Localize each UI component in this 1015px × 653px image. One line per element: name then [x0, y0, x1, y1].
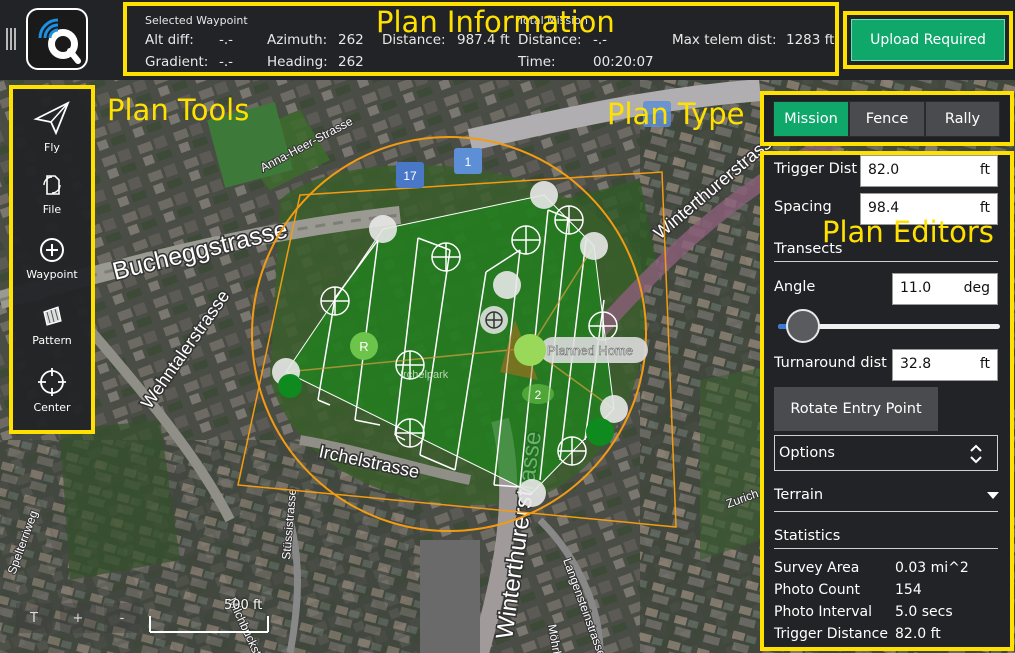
angle-unit: deg	[963, 280, 990, 296]
survey-vertex	[369, 215, 397, 243]
menu-handle[interactable]	[6, 28, 18, 50]
statistics-divider	[774, 548, 998, 549]
waypoint-17-label: 17	[403, 169, 417, 183]
angle-field[interactable]: 11.0 deg	[892, 273, 998, 305]
paper-plane-icon	[33, 101, 70, 136]
expand-collapse-icon	[970, 444, 982, 464]
annotation-plan-type: Plan Type	[607, 97, 745, 131]
angle-slider-handle[interactable]	[785, 309, 820, 343]
waypoint-2-label: 2	[535, 388, 542, 402]
rally-point-label: R	[359, 339, 368, 354]
gradient-label: Gradient:	[145, 54, 209, 70]
entry-marker	[278, 374, 302, 398]
azimuth-value: 262	[338, 32, 364, 48]
park-label: Irchelpark	[400, 369, 449, 381]
stat-survey-area-value: 0.03 mi^2	[895, 560, 969, 576]
upload-required-button[interactable]: Upload Required	[851, 19, 1005, 61]
terrain-toggle-button[interactable]: T	[16, 603, 52, 633]
azimuth-label: Azimuth:	[267, 32, 328, 48]
annotation-plan-editors: Plan Editors	[822, 215, 994, 249]
alt-diff-value: -.-	[219, 32, 234, 48]
tool-file[interactable]: File	[13, 171, 91, 216]
tool-file-label: File	[42, 203, 62, 216]
stat-trigger-distance-label: Trigger Distance	[774, 626, 888, 642]
spacing-value: 98.4	[868, 200, 900, 216]
spacing-unit: ft	[979, 200, 990, 216]
tool-center-label: Center	[33, 401, 71, 414]
annotation-plan-tools: Plan Tools	[107, 93, 250, 127]
spacing-label: Spacing	[774, 199, 832, 215]
trigger-dist-label: Trigger Dist	[774, 161, 858, 177]
plan-type-rally-button[interactable]: Rally	[925, 101, 1000, 137]
stat-photo-count-label: Photo Count	[774, 582, 860, 598]
stat-photo-interval-label: Photo Interval	[774, 604, 872, 620]
tool-waypoint-label: Waypoint	[26, 268, 78, 281]
app-logo-button[interactable]	[26, 8, 88, 70]
waypoint-1-label: 1	[465, 155, 472, 169]
survey-vertex	[493, 271, 521, 299]
tool-center[interactable]: Center	[13, 367, 91, 414]
zoom-out-button[interactable]: -	[104, 603, 140, 633]
max-telem-label: Max telem dist:	[672, 32, 777, 48]
trigger-dist-field[interactable]: 82.0 ft	[860, 155, 998, 187]
annotation-plan-information: Plan Information	[376, 5, 615, 39]
crosshair-icon	[38, 368, 66, 396]
zoom-in-button[interactable]: +	[60, 603, 96, 633]
trigger-dist-unit: ft	[979, 162, 990, 178]
tool-pattern-label: Pattern	[32, 334, 72, 347]
max-telem-value: 1283 ft	[786, 32, 835, 48]
pattern-icon	[43, 306, 62, 326]
turnaround-unit: ft	[979, 356, 990, 372]
trigger-dist-value: 82.0	[868, 162, 900, 178]
selected-waypoint-title: Selected Waypoint	[145, 14, 248, 27]
tool-fly[interactable]: Fly	[13, 99, 91, 154]
time-value: 00:20:07	[593, 54, 654, 70]
map-scale: 500 ft	[148, 596, 270, 636]
tool-fly-label: Fly	[44, 141, 60, 154]
turnaround-field[interactable]: 32.8 ft	[892, 349, 998, 381]
upload-highlight: Upload Required	[843, 11, 1013, 69]
plan-type-fence-button[interactable]: Fence	[849, 101, 925, 137]
plan-type-selector: Mission Fence Rally	[760, 91, 1014, 146]
plan-type-mission-button[interactable]: Mission	[773, 101, 849, 137]
gradient-value: -.-	[219, 54, 234, 70]
stat-survey-area-label: Survey Area	[774, 560, 860, 576]
heading-value: 262	[338, 54, 364, 70]
time-label: Time:	[518, 54, 556, 70]
stat-photo-count-value: 154	[895, 582, 922, 598]
terrain-dropdown-icon[interactable]	[986, 491, 1000, 501]
options-dropdown[interactable]: Options	[774, 435, 998, 471]
file-sync-icon	[43, 175, 61, 195]
terrain-label[interactable]: Terrain	[774, 487, 823, 503]
survey-vertex	[518, 479, 546, 507]
exit-marker	[586, 418, 614, 446]
survey-vertex	[530, 181, 558, 209]
scale-label: 500 ft	[224, 598, 263, 613]
plus-circle-icon	[40, 238, 64, 262]
home-label: Planned Home	[547, 343, 633, 358]
rotate-entry-point-button[interactable]: Rotate Entry Point	[774, 387, 938, 431]
heading-label: Heading:	[267, 54, 328, 70]
home-marker	[514, 334, 546, 366]
options-label: Options	[779, 445, 835, 461]
tool-pattern[interactable]: Pattern	[13, 302, 91, 347]
turnaround-value: 32.8	[900, 356, 932, 372]
statistics-label: Statistics	[774, 528, 841, 544]
turnaround-label: Turnaround dist	[774, 355, 887, 371]
qgc-logo-icon	[38, 18, 81, 64]
alt-diff-label: Alt diff:	[145, 32, 194, 48]
transects-divider	[774, 261, 998, 262]
stat-photo-interval-value: 5.0 secs	[895, 604, 953, 620]
angle-label: Angle	[774, 279, 816, 295]
angle-value: 11.0	[900, 280, 932, 296]
tool-waypoint[interactable]: Waypoint	[13, 236, 91, 281]
stat-trigger-distance-value: 82.0 ft	[895, 626, 941, 642]
terrain-divider	[774, 511, 998, 512]
survey-vertex	[580, 232, 608, 260]
plan-tools-panel: Fly File Waypoint Pattern Center	[9, 85, 95, 434]
scale-bar	[149, 616, 269, 633]
